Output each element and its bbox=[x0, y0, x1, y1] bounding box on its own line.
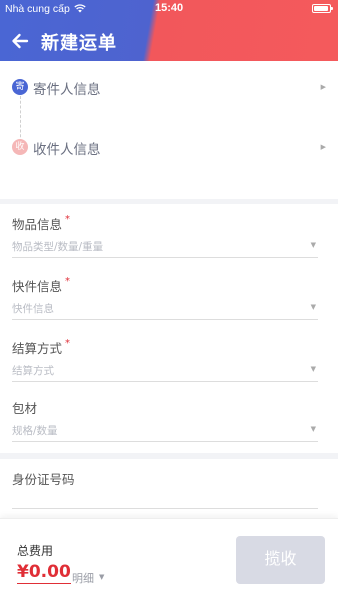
item-info-field: 物品信息 * 物品类型/数量/重量 ▼ bbox=[12, 208, 318, 270]
back-arrow-icon[interactable] bbox=[9, 30, 31, 52]
item-info-label: 物品信息 * bbox=[12, 214, 71, 232]
required-mark: * bbox=[65, 276, 71, 287]
sender-badge: 寄 bbox=[12, 79, 28, 95]
chevron-right-icon: ▶ bbox=[320, 143, 326, 151]
total-fee-amount: ¥0.00 bbox=[17, 562, 71, 584]
fee-details-link[interactable]: 明细 bbox=[72, 570, 94, 586]
chevron-down-icon[interactable]: ▼ bbox=[99, 573, 104, 581]
item-info-select[interactable]: 物品类型/数量/重量 ▼ bbox=[12, 236, 318, 258]
chevron-right-icon: ▶ bbox=[320, 83, 326, 91]
packaging-placeholder: 规格/数量 bbox=[12, 425, 58, 437]
carrier-name: Nhà cung cấp bbox=[5, 3, 70, 15]
receiver-badge: 收 bbox=[12, 139, 28, 155]
required-mark: * bbox=[65, 214, 71, 225]
required-mark: * bbox=[65, 338, 71, 349]
packaging-select[interactable]: 规格/数量 ▼ bbox=[12, 420, 318, 442]
parcel-info-label: 快件信息 * bbox=[12, 276, 71, 294]
receiver-info-row[interactable]: 收 收件人信息 ▶ bbox=[0, 127, 338, 167]
parcel-info-placeholder: 快件信息 bbox=[12, 303, 54, 315]
item-info-placeholder: 物品类型/数量/重量 bbox=[12, 241, 104, 253]
parcel-info-field: 快件信息 * 快件信息 ▼ bbox=[12, 270, 318, 332]
packaging-label: 包材 bbox=[12, 401, 38, 416]
section-divider bbox=[0, 453, 338, 459]
receiver-info-label: 收件人信息 bbox=[33, 142, 101, 158]
wifi-icon bbox=[74, 4, 86, 13]
dropdown-caret-icon: ▼ bbox=[310, 425, 316, 433]
footer-bar: 总费用 ¥0.00 明细 ▼ 揽收 bbox=[0, 518, 338, 600]
payment-method-placeholder: 结算方式 bbox=[12, 365, 54, 377]
contacts-section: 寄 寄件人信息 ▶ 收 收件人信息 ▶ bbox=[0, 61, 338, 199]
page-title: 新建运单 bbox=[41, 33, 117, 54]
payment-method-label: 结算方式 * bbox=[12, 338, 71, 356]
total-fee-label: 总费用 bbox=[17, 544, 54, 558]
payment-method-select[interactable]: 结算方式 ▼ bbox=[12, 360, 318, 382]
packaging-field: 包材 规格/数量 ▼ bbox=[12, 392, 318, 454]
sender-info-row[interactable]: 寄 寄件人信息 ▶ bbox=[0, 67, 338, 107]
id-number-input[interactable] bbox=[12, 489, 318, 509]
status-bar: Nhà cung cấp 15:40 bbox=[0, 0, 338, 18]
status-time: 15:40 bbox=[155, 2, 184, 14]
battery-icon bbox=[312, 4, 333, 13]
payment-method-field: 结算方式 * 结算方式 ▼ bbox=[12, 332, 318, 394]
dropdown-caret-icon: ▼ bbox=[310, 365, 316, 373]
sender-info-label: 寄件人信息 bbox=[33, 82, 101, 98]
dropdown-caret-icon: ▼ bbox=[310, 241, 316, 249]
id-number-label: 身份证号码 bbox=[12, 472, 75, 487]
id-number-field: 身份证号码 bbox=[12, 461, 318, 513]
header-bar: Nhà cung cấp 15:40 新建运单 bbox=[0, 0, 338, 61]
parcel-info-select[interactable]: 快件信息 ▼ bbox=[12, 298, 318, 320]
section-divider bbox=[0, 199, 338, 204]
pickup-button[interactable]: 揽收 bbox=[236, 536, 325, 584]
dropdown-caret-icon: ▼ bbox=[310, 303, 316, 311]
